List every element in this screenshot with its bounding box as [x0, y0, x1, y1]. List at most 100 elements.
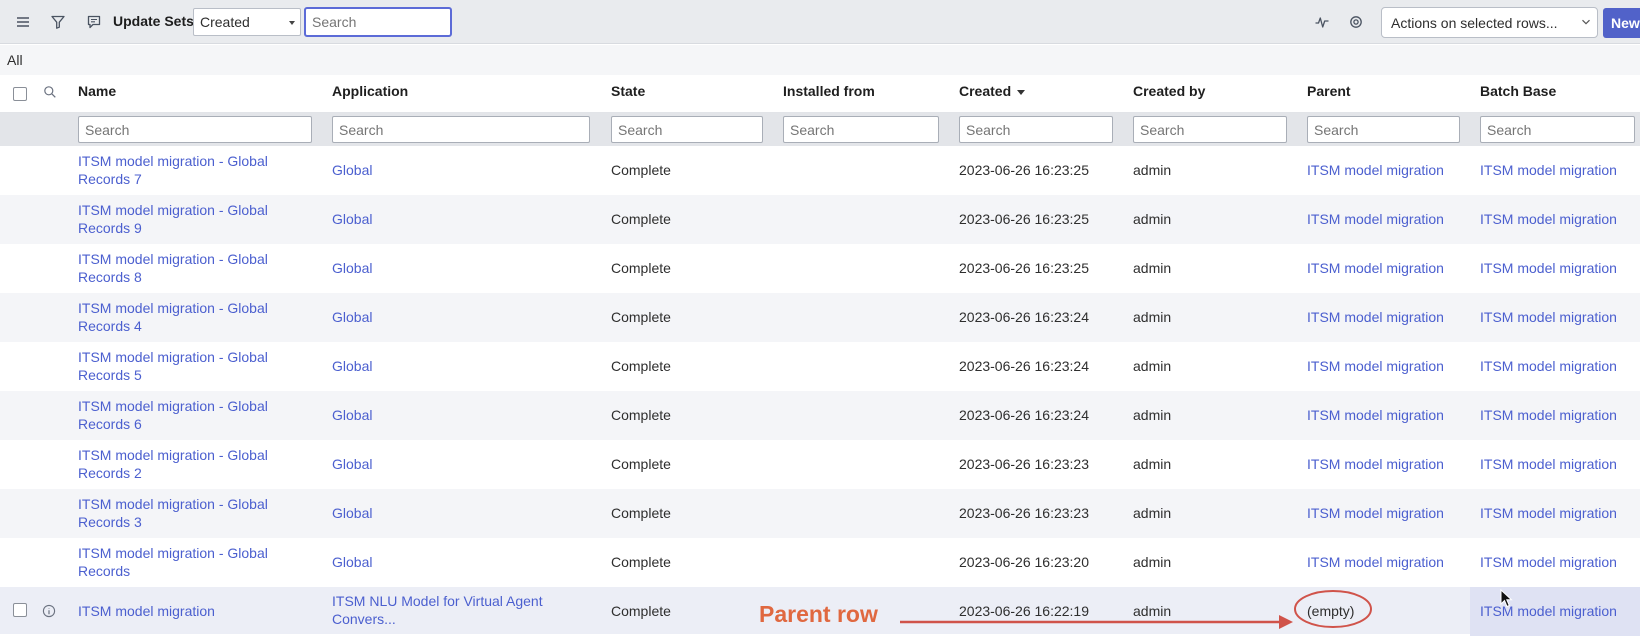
column-header-application[interactable]: Application	[332, 83, 408, 99]
table-row: ITSM model migration - Global Records 9 G…	[0, 195, 1640, 244]
batch-base-link[interactable]: ITSM model migration	[1480, 455, 1617, 473]
name-line-2: Records	[78, 563, 131, 579]
name-link[interactable]: ITSM model migration - Global Records 4	[78, 299, 268, 335]
breadcrumb-all[interactable]: All	[7, 52, 23, 68]
application-link[interactable]: Global	[332, 504, 372, 522]
search-field-select[interactable]: Created	[193, 8, 301, 36]
installed-from-search-input[interactable]	[783, 116, 939, 143]
batch-base-link[interactable]: ITSM model migration	[1480, 357, 1617, 375]
column-header-batch-base[interactable]: Batch Base	[1480, 83, 1556, 99]
name-link[interactable]: ITSM model migration	[78, 602, 215, 620]
application-link[interactable]: Global	[332, 259, 372, 277]
parent-link[interactable]: ITSM model migration	[1307, 357, 1444, 375]
created-by-value: admin	[1133, 358, 1172, 374]
activity-pulse-icon[interactable]	[1311, 11, 1333, 33]
created-by-value: admin	[1133, 456, 1172, 472]
chevron-down-icon	[1582, 19, 1590, 25]
state-value: Complete	[611, 260, 671, 276]
created-value: 2023-06-26 16:23:24	[959, 407, 1089, 423]
batch-base-link[interactable]: ITSM model migration	[1480, 406, 1617, 424]
gear-icon[interactable]	[1345, 11, 1367, 33]
batch-base-link[interactable]: ITSM model migration	[1480, 308, 1617, 326]
state-search-input[interactable]	[611, 116, 763, 143]
created-by-search-input[interactable]	[1133, 116, 1287, 143]
name-line-1: ITSM model migration - Global	[78, 496, 268, 512]
created-by-value: admin	[1133, 260, 1172, 276]
application-link[interactable]: Global	[332, 553, 372, 571]
name-link[interactable]: ITSM model migration - Global Records	[78, 544, 268, 580]
application-link[interactable]: Global	[332, 357, 372, 375]
name-link[interactable]: ITSM model migration - Global Records 9	[78, 201, 268, 237]
state-value: Complete	[611, 309, 671, 325]
batch-base-link[interactable]: ITSM model migration	[1480, 504, 1617, 522]
search-field-value: Created	[200, 14, 250, 30]
parent-link[interactable]: ITSM model migration	[1307, 553, 1444, 571]
name-line-2: Records 5	[78, 367, 142, 383]
created-by-value: admin	[1133, 407, 1172, 423]
name-line-1: ITSM model migration - Global	[78, 251, 268, 267]
column-header-name[interactable]: Name	[78, 83, 116, 99]
hamburger-menu-icon[interactable]	[12, 11, 34, 33]
application-search-input[interactable]	[332, 116, 590, 143]
filter-icon[interactable]	[47, 11, 69, 33]
name-line-2: Records 4	[78, 318, 142, 334]
name-link[interactable]: ITSM model migration - Global Records 6	[78, 397, 268, 433]
select-all-checkbox[interactable]	[13, 87, 27, 101]
name-link[interactable]: ITSM model migration - Global Records 8	[78, 250, 268, 286]
parent-link[interactable]: ITSM model migration	[1307, 455, 1444, 473]
created-value: 2023-06-26 16:23:25	[959, 211, 1089, 227]
name-line-1: ITSM model migration - Global	[78, 202, 268, 218]
application-link[interactable]: Global	[332, 210, 372, 228]
created-by-value: admin	[1133, 162, 1172, 178]
application-link[interactable]: Global	[332, 455, 372, 473]
column-header-row: Name Application State Installed from Cr…	[0, 75, 1640, 113]
name-line-2: Records 6	[78, 416, 142, 432]
name-link[interactable]: ITSM model migration - Global Records 3	[78, 495, 268, 531]
column-header-state[interactable]: State	[611, 83, 645, 99]
name-search-input[interactable]	[78, 116, 312, 143]
new-button[interactable]: New	[1603, 8, 1640, 38]
batch-base-search-input[interactable]	[1480, 116, 1635, 143]
column-header-created[interactable]: Created	[959, 83, 1026, 99]
batch-base-link[interactable]: ITSM model migration	[1480, 259, 1617, 277]
column-header-parent[interactable]: Parent	[1307, 83, 1351, 99]
actions-select-label: Actions on selected rows...	[1391, 15, 1558, 31]
name-link[interactable]: ITSM model migration - Global Records 7	[78, 152, 268, 188]
application-link[interactable]: Global	[332, 406, 372, 424]
application-link[interactable]: Global	[332, 308, 372, 326]
column-search-row	[0, 113, 1640, 146]
name-line-1: ITSM model migration - Global	[78, 398, 268, 414]
application-link[interactable]: ITSM NLU Model for Virtual Agent Convers.…	[332, 592, 543, 628]
batch-base-link[interactable]: ITSM model migration	[1480, 161, 1617, 179]
application-line-1: ITSM NLU Model for Virtual Agent	[332, 593, 543, 609]
state-value: Complete	[611, 554, 671, 570]
parent-link[interactable]: ITSM model migration	[1307, 210, 1444, 228]
comment-icon[interactable]	[83, 11, 105, 33]
name-link[interactable]: ITSM model migration - Global Records 5	[78, 348, 268, 384]
parent-link[interactable]: ITSM model migration	[1307, 504, 1444, 522]
application-link[interactable]: Global	[332, 161, 372, 179]
list-search-input[interactable]	[304, 7, 452, 37]
state-value: Complete	[611, 358, 671, 374]
created-by-value: admin	[1133, 505, 1172, 521]
parent-link[interactable]: ITSM model migration	[1307, 308, 1444, 326]
breadcrumb: All	[0, 45, 1640, 75]
batch-base-link[interactable]: ITSM model migration	[1480, 210, 1617, 228]
table-row: ITSM model migration - Global Records 7 G…	[0, 146, 1640, 195]
batch-base-link[interactable]: ITSM model migration	[1480, 553, 1617, 571]
created-by-value: admin	[1133, 211, 1172, 227]
parent-link[interactable]: ITSM model migration	[1307, 406, 1444, 424]
created-search-input[interactable]	[959, 116, 1113, 143]
info-icon[interactable]	[42, 604, 56, 618]
parent-link[interactable]: ITSM model migration	[1307, 161, 1444, 179]
created-value: 2023-06-26 16:23:20	[959, 554, 1089, 570]
parent-link[interactable]: ITSM model migration	[1307, 259, 1444, 277]
name-link[interactable]: ITSM model migration - Global Records 2	[78, 446, 268, 482]
row-checkbox[interactable]	[13, 603, 27, 617]
column-header-created-by[interactable]: Created by	[1133, 83, 1205, 99]
parent-search-input[interactable]	[1307, 116, 1460, 143]
actions-on-selected-rows-select[interactable]: Actions on selected rows...	[1381, 7, 1598, 38]
search-icon[interactable]	[43, 85, 57, 99]
column-header-installed-from[interactable]: Installed from	[783, 83, 875, 99]
name-line-1: ITSM model migration - Global	[78, 153, 268, 169]
